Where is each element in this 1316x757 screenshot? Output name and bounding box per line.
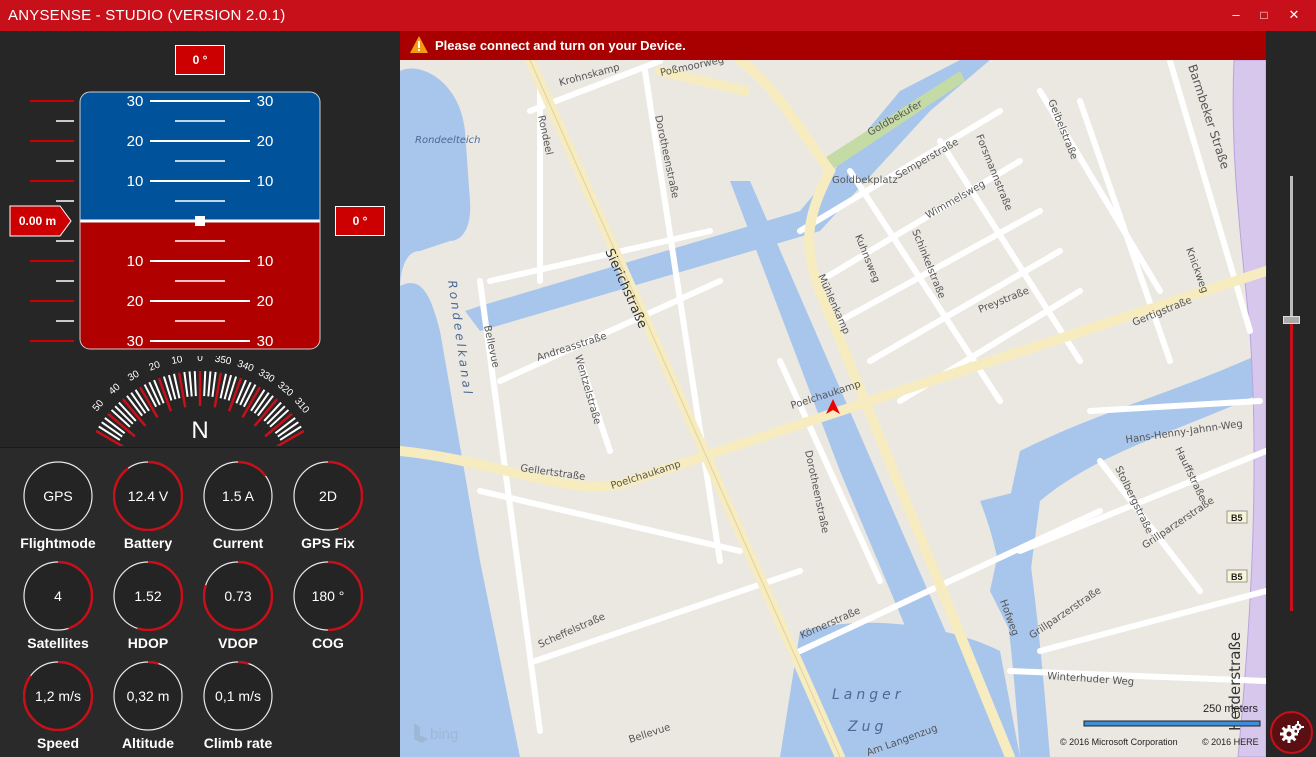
compass-tick <box>211 371 217 397</box>
gauge-value: 2D <box>319 488 337 504</box>
zoom-slider-handle[interactable] <box>1283 315 1300 324</box>
app-title: ANYSENSE - STUDIO (VERSION 2.0.1) <box>8 7 286 24</box>
compass-tick <box>253 398 279 427</box>
alert-text: Please connect and turn on your Device. <box>435 38 686 53</box>
close-button[interactable]: ✕ <box>1283 5 1305 25</box>
gauge-label: COG <box>312 635 344 651</box>
gauge-value: 0,1 m/s <box>215 688 261 704</box>
compass-label: 310 <box>292 396 311 416</box>
gauge-value: GPS <box>43 488 73 504</box>
zoom-slider[interactable] <box>1290 176 1293 611</box>
compass-tick <box>95 429 125 446</box>
gauge-value: 180 ° <box>311 588 345 604</box>
map-scale-label: 250 meters <box>1202 703 1258 715</box>
map-label: Zug <box>847 719 887 735</box>
gauge-label: GPS Fix <box>301 535 355 551</box>
compass-label: 30 <box>126 368 142 383</box>
compass-label: 340 <box>236 358 256 374</box>
gauge-grid: GPS Flightmode 12.4 V Battery 1.5 A Current 2D… <box>0 447 400 757</box>
title-bar: ANYSENSE - STUDIO (VERSION 2.0.1) – □ ✕ <box>0 0 1316 31</box>
right-toolbar <box>1266 31 1316 757</box>
map-copyright-microsoft: © 2016 Microsoft Corporation <box>1060 737 1178 747</box>
compass-label: 40 <box>107 381 123 397</box>
connection-alert: Please connect and turn on your Device. <box>400 31 1266 60</box>
compass-tick <box>193 371 197 397</box>
svg-text:B5: B5 <box>1231 513 1243 523</box>
warning-icon <box>410 36 428 53</box>
pitch-label: 10 <box>127 253 144 270</box>
gauge-value: 4 <box>54 588 62 604</box>
compass-label: 320 <box>275 380 295 399</box>
compass-tick <box>203 371 207 397</box>
compass-north: N <box>191 417 209 444</box>
compass-tick <box>275 429 305 446</box>
map-label: Langer <box>832 687 905 703</box>
map-label: Herderstraße <box>1226 632 1244 731</box>
map-canvas[interactable]: Poßmoorweg Krohnskamp Rondeelteich Ronde… <box>400 31 1266 757</box>
heading-value: 0 ° <box>175 45 225 75</box>
compass-tick <box>121 398 147 427</box>
compass-tick <box>207 371 212 397</box>
compass-tick <box>264 412 293 438</box>
compass-label: 20 <box>148 359 163 373</box>
pitch-label: 10 <box>127 173 144 190</box>
map-copyright-here: © 2016 HERE <box>1202 737 1259 747</box>
svg-text:bing: bing <box>430 726 458 743</box>
compass-tick <box>107 412 136 438</box>
compass-tick <box>239 381 252 406</box>
roll-value: 0 ° <box>335 206 385 236</box>
pitch-label: 20 <box>257 133 274 150</box>
compass-label: 50 <box>91 398 107 414</box>
pitch-label: 10 <box>257 173 274 190</box>
minimize-button[interactable]: – <box>1225 5 1247 25</box>
altitude-value: 0.00 m <box>18 214 57 228</box>
pitch-label: 30 <box>257 93 274 110</box>
settings-button[interactable] <box>1270 711 1313 754</box>
map-label: Rondeelteich <box>415 135 481 146</box>
pitch-label: 20 <box>127 133 144 150</box>
gears-icon <box>1280 721 1304 743</box>
compass-label: 350 <box>214 356 233 367</box>
pitch-label: 20 <box>127 293 144 310</box>
maximize-button[interactable]: □ <box>1253 5 1275 25</box>
pitch-label: 30 <box>257 333 274 350</box>
pitch-label: 30 <box>127 333 144 350</box>
gauge-value: 1.52 <box>134 588 162 604</box>
compass-label: 10 <box>171 356 184 367</box>
svg-text:B5: B5 <box>1231 572 1243 582</box>
pitch-label: 20 <box>257 293 274 310</box>
map-label: Goldbekplatz <box>832 175 898 186</box>
gauge-value: 0,32 m <box>126 688 170 704</box>
app-window: ANYSENSE - STUDIO (VERSION 2.0.1) – □ ✕ … <box>0 0 1316 757</box>
compass-label: 330 <box>256 367 276 385</box>
compass-tick <box>188 371 193 397</box>
compass-tick <box>148 381 161 406</box>
route-shield-b5: B5 <box>1226 569 1248 583</box>
gauge-value: 1,2 m/s <box>35 688 81 704</box>
route-shield-b5: B5 <box>1226 510 1248 524</box>
map-view[interactable]: Poßmoorweg Krohnskamp Rondeelteich Ronde… <box>400 31 1266 757</box>
gauge-value: 1.5 A <box>222 488 254 504</box>
gauge-value: 12.4 V <box>127 488 169 504</box>
gauge-value: 0.73 <box>224 588 252 604</box>
instrument-panel: 0 ° 30 30 20 20 10 10 10 10 20 20 30 30 … <box>0 31 400 757</box>
scale-bar <box>1083 720 1261 727</box>
compass-tick <box>183 371 189 397</box>
pitch-label: 10 <box>257 253 274 270</box>
pitch-label: 30 <box>127 93 144 110</box>
compass-label: 0 <box>197 356 203 364</box>
gauge-label: Climb rate <box>203 735 273 751</box>
